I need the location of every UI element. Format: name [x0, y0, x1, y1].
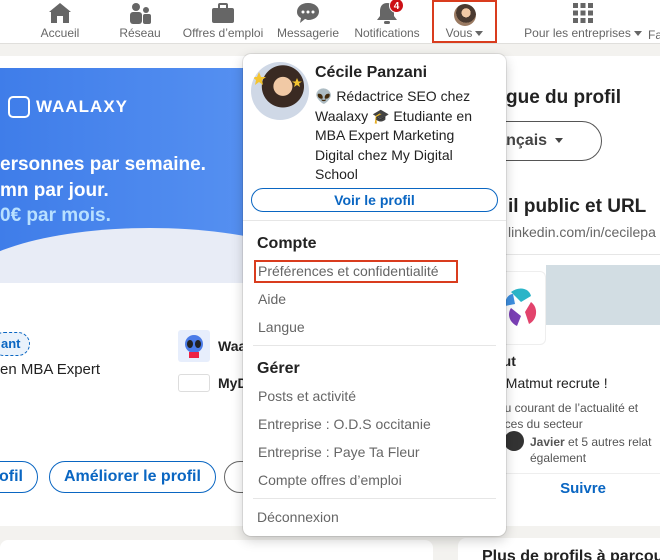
nav-jobs[interactable]: Offres d’emploi — [177, 0, 269, 44]
menu-item-logout[interactable]: Déconnexion — [257, 509, 339, 525]
me-dropdown-menu: Cécile Panzani 👽 Rédactrice SEO chez Waa… — [243, 54, 506, 536]
menu-item-company-paye-ta-fleur[interactable]: Entreprise : Paye Ta Fleur — [258, 444, 420, 460]
divider — [253, 345, 496, 346]
grid-icon — [572, 0, 594, 24]
alien-logo-icon — [178, 330, 210, 362]
education-summary: en MBA Expert — [0, 361, 101, 378]
more-profiles-heading: Plus de profils à parcou — [482, 548, 660, 560]
banner-text-line-3: 0€ par mois. — [0, 205, 111, 226]
nav-notifications-label: Notifications — [354, 26, 420, 40]
ad-description-line-2: nces du secteur — [498, 417, 583, 431]
messaging-icon — [296, 0, 320, 24]
public-url-heading: il public et URL — [508, 196, 647, 217]
school-logo-icon — [178, 374, 210, 392]
nav-messaging-label: Messagerie — [276, 26, 340, 40]
nav-home[interactable]: Accueil — [38, 0, 82, 44]
menu-item-language[interactable]: Langue — [258, 319, 305, 335]
top-navigation-bar: Accueil Réseau Offres d’emploi Messageri… — [0, 0, 660, 44]
menu-item-job-posting-account[interactable]: Compte offres d’emploi — [258, 472, 402, 488]
menu-item-preferences-privacy[interactable]: Préférences et confidentialité — [258, 263, 439, 279]
more-profiles-card: Plus de profils à parcou — [458, 538, 660, 560]
ad-social-proof: Javier et 5 autres relat — [530, 435, 652, 449]
nav-jobs-label: Offres d’emploi — [182, 26, 264, 40]
profile-language-heading: gue du profil — [506, 87, 622, 108]
divider — [243, 220, 506, 221]
nav-messaging[interactable]: Messagerie — [273, 0, 343, 44]
ad-description-line-1: au courant de l’actualité et — [498, 401, 639, 415]
menu-item-company-ods[interactable]: Entreprise : O.D.S occitanie — [258, 416, 431, 432]
secondary-card — [0, 540, 433, 560]
manage-section-heading: Gérer — [257, 360, 300, 377]
public-profile-url[interactable]: linkedin.com/in/cecilepa — [508, 224, 656, 240]
waalaxy-logo: WAALAXY — [8, 96, 128, 118]
nav-for-business[interactable]: Pour les entreprises — [518, 0, 648, 44]
ad-social-proof-line-2: également — [530, 451, 587, 465]
open-to-work-badge[interactable]: ant — [0, 332, 30, 356]
home-icon — [48, 0, 72, 24]
nav-network-label: Réseau — [119, 26, 161, 40]
nav-for-business-label: Pour les entreprises — [524, 26, 642, 40]
nav-notifications[interactable]: 4 Notifications — [349, 0, 425, 44]
profile-name: Cécile Panzani — [315, 64, 428, 81]
nav-me-label: Vous — [446, 26, 484, 40]
chevron-down-icon — [475, 31, 484, 37]
menu-item-help[interactable]: Aide — [258, 291, 286, 307]
banner-text-line-1: ersonnes par semaine. — [0, 154, 206, 175]
avatar — [453, 0, 476, 26]
ad-hiring-text: , Matmut recrute ! — [498, 375, 608, 391]
chevron-down-icon — [555, 138, 564, 144]
notification-count-badge: 4 — [389, 0, 404, 13]
profile-headline: 👽 Rédactrice SEO chez Waalaxy 🎓 Etudiant… — [315, 88, 472, 182]
chevron-down-icon — [633, 31, 642, 37]
briefcase-icon — [211, 0, 235, 24]
divider — [253, 498, 496, 499]
bell-icon: 4 — [375, 0, 404, 24]
account-section-heading: Compte — [257, 235, 317, 252]
improve-profile-button[interactable]: Améliorer le profil — [49, 461, 216, 493]
avatar — [251, 62, 309, 120]
nav-me[interactable]: Vous — [434, 0, 495, 44]
nav-home-label: Accueil — [40, 26, 80, 40]
banner-text-line-2: mn par jour. — [0, 180, 109, 201]
follow-button[interactable]: Suivre — [498, 473, 660, 503]
profile-action-button[interactable]: ofil — [0, 461, 38, 493]
network-icon — [128, 0, 152, 24]
avatar — [504, 431, 524, 451]
menu-item-posts-activity[interactable]: Posts et activité — [258, 388, 356, 404]
org-waalaxy[interactable]: Waa — [178, 330, 246, 362]
nav-network[interactable]: Réseau — [118, 0, 162, 44]
nav-overflow-text: Fa — [648, 28, 660, 42]
ad-banner-image — [546, 265, 660, 325]
org-my-digital-school[interactable]: MyD — [178, 374, 248, 392]
view-profile-button[interactable]: Voir le profil — [251, 188, 498, 212]
